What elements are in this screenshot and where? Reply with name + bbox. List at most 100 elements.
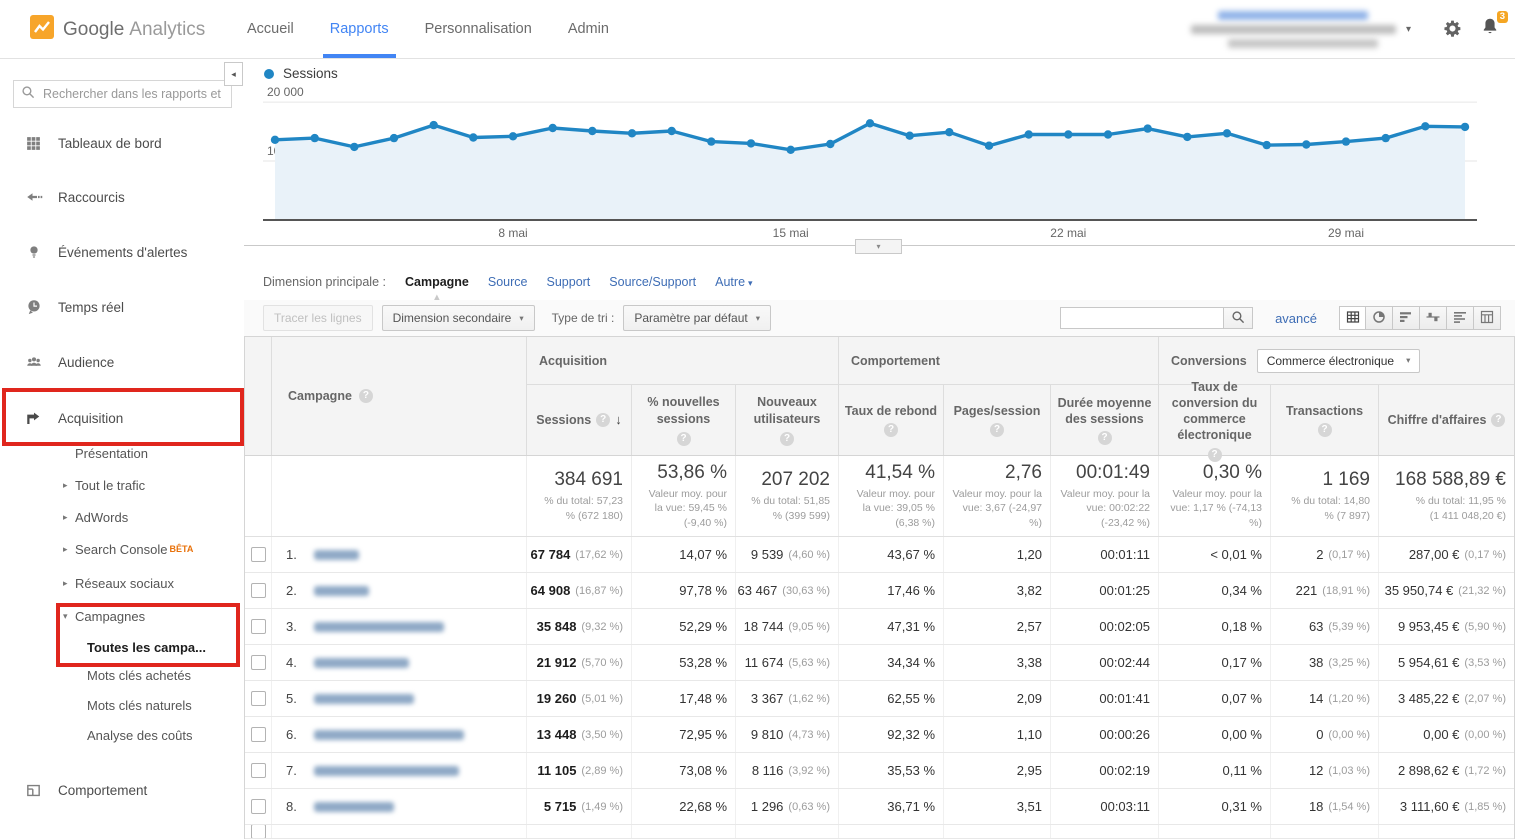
nav-personnalisation[interactable]: Personnalisation (425, 0, 532, 58)
sidebar-item-temps-reel[interactable]: Temps réel (0, 295, 244, 319)
help-icon[interactable] (677, 432, 691, 446)
settings-gear-button[interactable] (1442, 18, 1463, 42)
sessions-data-point[interactable] (668, 127, 676, 135)
row-checkbox[interactable] (251, 727, 266, 742)
sidebar-item-acquisition[interactable]: Acquisition (0, 406, 244, 430)
campaign-name-redacted[interactable] (314, 802, 394, 812)
transactions-column-header[interactable]: Transactions (1270, 385, 1378, 455)
bounce-rate-column-header[interactable]: Taux de rebond (838, 385, 943, 455)
plot-rows-button[interactable]: Tracer les lignes (263, 305, 373, 331)
sidebar-item-adwords[interactable]: ▸ AdWords (0, 506, 244, 528)
sidebar-item-mots-cles-achetes[interactable]: Mots clés achetés (0, 664, 244, 686)
new-sessions-column-header[interactable]: % nouvelles sessions (631, 385, 735, 455)
sessions-data-point[interactable] (1064, 130, 1072, 138)
view-table-button[interactable] (1339, 306, 1366, 330)
sort-type-button[interactable]: Paramètre par défaut▾ (623, 305, 771, 331)
sidebar-item-presentation[interactable]: Présentation (0, 442, 244, 464)
sessions-data-point[interactable] (1342, 137, 1350, 145)
row-checkbox[interactable] (251, 799, 266, 814)
campaign-name-redacted[interactable] (314, 550, 359, 560)
dimension-tab-support[interactable]: Support (547, 275, 591, 289)
new-users-column-header[interactable]: Nouveaux utilisateurs (735, 385, 838, 455)
campaign-name-redacted[interactable] (314, 658, 409, 668)
advanced-search-link[interactable]: avancé (1275, 311, 1317, 326)
conversions-type-select[interactable]: Commerce électronique▾ (1257, 349, 1421, 373)
sidebar-item-audience[interactable]: Audience (0, 350, 244, 374)
sessions-data-point[interactable] (350, 143, 358, 151)
search-input[interactable] (41, 86, 224, 102)
help-icon[interactable] (884, 423, 898, 437)
account-switcher[interactable]: ▾ (1191, 11, 1411, 48)
sessions-data-point[interactable] (1382, 134, 1390, 142)
sidebar-item-comportement[interactable]: Comportement (0, 778, 244, 802)
sidebar-item-tableaux-de-bord[interactable]: Tableaux de bord (0, 131, 244, 155)
sessions-data-point[interactable] (1461, 123, 1469, 131)
row-checkbox[interactable] (251, 691, 266, 706)
sessions-data-point[interactable] (509, 132, 517, 140)
sessions-data-point[interactable] (628, 129, 636, 137)
table-search-input[interactable] (1060, 307, 1223, 329)
help-icon[interactable] (990, 423, 1004, 437)
sessions-data-point[interactable] (549, 124, 557, 132)
sidebar-item-evenements-alertes[interactable]: Événements d'alertes (0, 240, 244, 264)
view-term-cloud-button[interactable] (1447, 306, 1474, 330)
sessions-data-point[interactable] (1144, 124, 1152, 132)
nav-admin[interactable]: Admin (568, 0, 609, 58)
view-performance-button[interactable] (1393, 306, 1420, 330)
revenue-column-header[interactable]: Chiffre d'affaires (1378, 385, 1514, 455)
sessions-data-point[interactable] (826, 140, 834, 148)
table-search-button[interactable] (1223, 307, 1253, 329)
sessions-data-point[interactable] (787, 146, 795, 154)
sidebar-item-tout-le-trafic[interactable]: ▸ Tout le trafic (0, 474, 244, 496)
sessions-data-point[interactable] (985, 142, 993, 150)
conversion-rate-column-header[interactable]: Taux de conversion du commerce électroni… (1158, 385, 1270, 455)
secondary-dimension-button[interactable]: Dimension secondaire▾ (382, 305, 535, 331)
sidebar-item-search-console[interactable]: ▸ Search Console BÊTA (0, 538, 244, 560)
dimension-tab-source[interactable]: Source (488, 275, 528, 289)
sessions-data-point[interactable] (906, 132, 914, 140)
row-checkbox[interactable] (251, 825, 266, 839)
sessions-data-point[interactable] (1104, 130, 1112, 138)
dimension-tab-autre[interactable]: Autre▾ (715, 275, 752, 289)
sessions-data-point[interactable] (588, 127, 596, 135)
sidebar-item-campagnes[interactable]: ▾ Campagnes (0, 605, 244, 627)
sessions-data-point[interactable] (707, 137, 715, 145)
sidebar-item-analyse-des-couts[interactable]: Analyse des coûts (0, 724, 244, 746)
row-checkbox[interactable] (251, 583, 266, 598)
sessions-data-point[interactable] (469, 133, 477, 141)
avg-duration-column-header[interactable]: Durée moyenne des sessions (1050, 385, 1158, 455)
view-pivot-button[interactable] (1474, 306, 1501, 330)
campaign-column-header[interactable]: Campagne (271, 337, 526, 455)
campaign-name-redacted[interactable] (314, 622, 444, 632)
row-checkbox[interactable] (251, 619, 266, 634)
view-comparison-button[interactable] (1420, 306, 1447, 330)
help-icon[interactable] (596, 413, 610, 427)
campaign-name-redacted[interactable] (314, 766, 459, 776)
row-checkbox[interactable] (251, 763, 266, 778)
help-icon[interactable] (1318, 423, 1332, 437)
help-icon[interactable] (1491, 413, 1505, 427)
sessions-data-point[interactable] (430, 121, 438, 129)
sessions-data-point[interactable] (390, 134, 398, 142)
dimension-tab-source-support[interactable]: Source/Support (609, 275, 696, 289)
campaign-name-redacted[interactable] (314, 730, 464, 740)
help-icon[interactable] (1098, 431, 1112, 445)
sessions-data-point[interactable] (945, 128, 953, 136)
dimension-tab-campagne[interactable]: Campagne ▴ (405, 275, 469, 289)
view-percentage-button[interactable] (1366, 306, 1393, 330)
chart-collapse-tab[interactable]: ▾ (855, 239, 902, 254)
sidebar-item-mots-cles-naturels[interactable]: Mots clés naturels (0, 694, 244, 716)
sessions-data-point[interactable] (1302, 140, 1310, 148)
campaign-name-redacted[interactable] (314, 694, 414, 704)
sessions-column-header[interactable]: Sessions (526, 385, 631, 455)
nav-rapports[interactable]: Rapports (330, 0, 389, 58)
sessions-data-point[interactable] (1223, 129, 1231, 137)
help-icon[interactable] (780, 432, 794, 446)
help-icon[interactable] (359, 389, 373, 403)
nav-accueil[interactable]: Accueil (247, 0, 294, 58)
sessions-data-point[interactable] (271, 136, 279, 144)
google-analytics-logo[interactable]: Google Analytics (30, 15, 205, 44)
row-checkbox[interactable] (251, 655, 266, 670)
sidebar-search[interactable] (13, 80, 232, 108)
sidebar-item-reseaux-sociaux[interactable]: ▸ Réseaux sociaux (0, 572, 244, 594)
